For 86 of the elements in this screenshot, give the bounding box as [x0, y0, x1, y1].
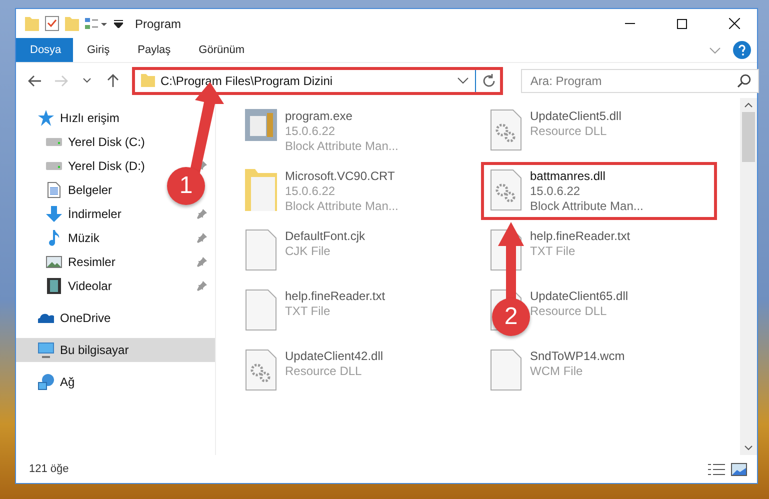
- sidebar-item[interactable]: Bu bilgisayar: [60, 343, 129, 357]
- expand-ribbon-icon[interactable]: [709, 46, 721, 54]
- drive-icon: [46, 138, 62, 146]
- film-icon: [46, 278, 62, 294]
- file-icon: [245, 289, 277, 331]
- up-arrow-icon: [106, 74, 119, 88]
- chevron-down-icon: [82, 78, 91, 83]
- file-detail: TXT File: [285, 304, 332, 319]
- refresh-icon[interactable]: [482, 74, 496, 88]
- scroll-up-icon[interactable]: [744, 102, 753, 108]
- application-icon: [245, 109, 277, 141]
- sidebar-item[interactable]: Hızlı erişim: [60, 111, 120, 125]
- folder-icon: [245, 169, 277, 211]
- minimize-icon: [625, 23, 635, 24]
- address-path: C:\Program Files\Program Dizini: [160, 74, 334, 88]
- properties-icon[interactable]: [45, 16, 59, 31]
- pin-icon[interactable]: [197, 257, 207, 267]
- sidebar-item[interactable]: Videolar: [68, 279, 112, 293]
- pin-icon[interactable]: [197, 281, 207, 291]
- gear-file-icon: [490, 109, 522, 151]
- music-note-icon: [46, 230, 62, 246]
- file-name[interactable]: UpdateClient42.dll: [285, 349, 384, 364]
- file-name[interactable]: battmanres.dll: [530, 169, 644, 184]
- gear-file-icon: [245, 349, 277, 391]
- help-icon[interactable]: [733, 41, 751, 59]
- file-name[interactable]: SndToWP14.wcm: [530, 349, 625, 364]
- search-field[interactable]: Ara: Program: [521, 68, 760, 92]
- view-icon[interactable]: [85, 18, 108, 30]
- selected-sidebar-row[interactable]: Bu bilgisayar: [16, 338, 215, 362]
- drive-icon: [46, 162, 62, 170]
- file-name[interactable]: DefaultFont.cjk: [285, 229, 366, 244]
- sidebar-item[interactable]: Yerel Disk (D:): [68, 159, 145, 173]
- scroll-down-icon[interactable]: [744, 445, 753, 451]
- scrollbar-thumb[interactable]: [742, 112, 755, 162]
- sidebar-item[interactable]: Resimler: [68, 255, 116, 269]
- file-name[interactable]: UpdateClient65.dll: [530, 289, 628, 304]
- forward-arrow-icon: [54, 74, 68, 86]
- file-detail: 15.0.6.22: [285, 124, 336, 139]
- file-detail: CJK File: [285, 244, 332, 259]
- file-name[interactable]: help.fineReader.txt: [530, 229, 630, 244]
- sidebar-item[interactable]: Belgeler: [68, 183, 112, 197]
- scrollbar[interactable]: [740, 98, 757, 455]
- star-icon: [38, 110, 54, 126]
- file-detail: Resource DLL: [530, 304, 608, 319]
- file-name[interactable]: help.fineReader.txt: [285, 289, 386, 304]
- file-detail: 15.0.6.22: [530, 184, 582, 199]
- details-view-icon[interactable]: [708, 464, 725, 474]
- ribbon-tab[interactable]: Dosya: [16, 38, 73, 62]
- folder-icon: [140, 74, 154, 87]
- close-icon: [728, 18, 740, 29]
- sidebar-item[interactable]: Ağ: [60, 375, 75, 389]
- file-detail: Resource DLL: [285, 364, 363, 379]
- network-icon: [38, 374, 54, 390]
- gear-file-icon: [490, 169, 522, 211]
- file-detail: 15.0.6.22: [285, 184, 336, 199]
- sidebar-item[interactable]: Yerel Disk (C:): [68, 135, 145, 149]
- file-detail: Resource DLL: [530, 124, 608, 139]
- computer-icon: [38, 342, 54, 358]
- file-name[interactable]: program.exe: [285, 109, 398, 124]
- file-detail: Block Attribute Man...: [285, 139, 398, 154]
- dropdown-icon[interactable]: [457, 77, 470, 84]
- file-icon: [490, 349, 522, 391]
- file-icon: [245, 229, 277, 271]
- pin-icon[interactable]: [197, 233, 207, 243]
- picture-icon: [46, 254, 62, 270]
- item-count: 121 öğe: [29, 463, 70, 475]
- file-name[interactable]: UpdateClient5.dll: [530, 109, 622, 124]
- file-detail: TXT File: [530, 244, 576, 259]
- maximize-icon: [677, 18, 687, 28]
- window-title: Program: [135, 16, 182, 30]
- address-bar[interactable]: C:\Program Files\Program Dizini: [132, 66, 504, 94]
- dropdown-icon[interactable]: [114, 20, 123, 28]
- sidebar-item[interactable]: OneDrive: [60, 311, 111, 325]
- large-icons-view-icon[interactable]: [731, 462, 747, 476]
- file-detail: Block Attribute Man...: [530, 199, 644, 214]
- cloud-icon: [38, 313, 54, 323]
- file-name[interactable]: Microsoft.VC90.CRT: [285, 169, 398, 184]
- sidebar-item[interactable]: İndirmeler: [68, 207, 122, 221]
- pin-icon[interactable]: [197, 209, 207, 219]
- file-item[interactable]: battmanres.dll 15.0.6.22 Block Attribute Man...: [481, 162, 717, 220]
- download-icon: [46, 206, 62, 222]
- file-detail: WCM File: [530, 364, 584, 379]
- file-detail: Block Attribute Man...: [285, 199, 398, 214]
- document-icon: [46, 182, 62, 198]
- back-arrow-icon: [28, 74, 42, 86]
- sidebar-item[interactable]: Müzik: [68, 231, 100, 245]
